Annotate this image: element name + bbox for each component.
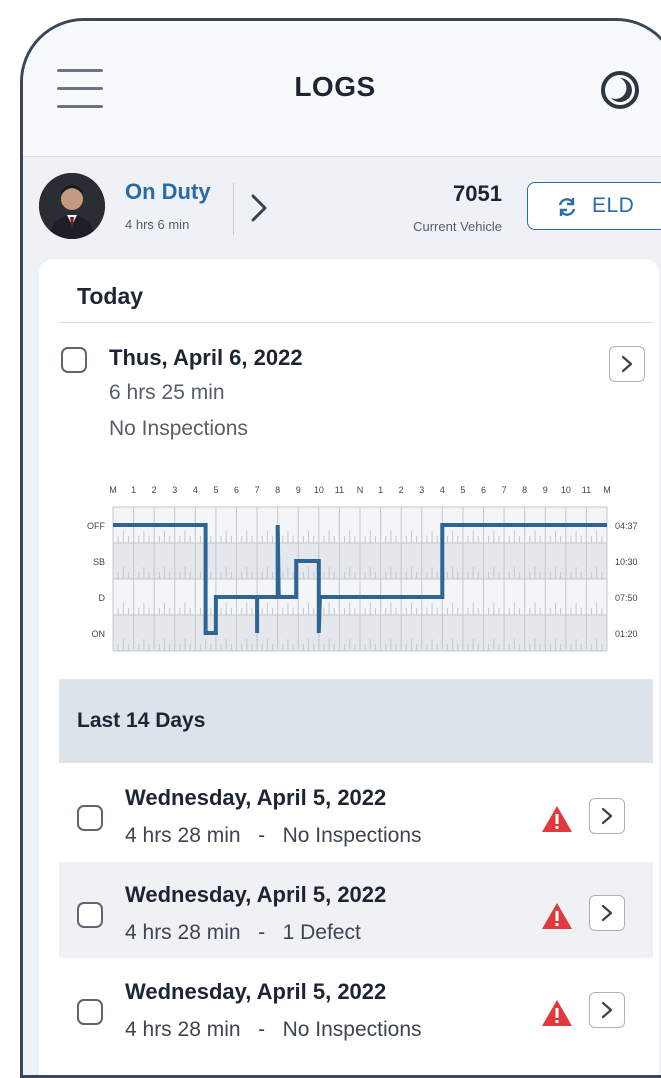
- row-note: No Inspections: [282, 824, 422, 847]
- chart-x-tick-label: 4: [440, 485, 445, 495]
- row-date: Wednesday, April 5, 2022: [125, 785, 387, 810]
- row-separator: -: [258, 824, 266, 847]
- today-open-button[interactable]: [609, 346, 645, 382]
- chart-x-tick-label: 11: [582, 485, 591, 495]
- chart-x-tick-label: M: [109, 485, 117, 495]
- row-summary: 4 hrs 28 min - No Inspections: [125, 1018, 422, 1042]
- duty-time: 4 hrs 6 min: [125, 217, 190, 232]
- chart-x-tick-label: 2: [399, 485, 404, 495]
- row-open-button[interactable]: [589, 895, 625, 931]
- duty-log-chart: M 1 2 3 4 5 6 7 8 9 10 11 N 1 2 3 4 5 6 7 8 9 10 11 M OFF 04:37 SB 1…: [87, 485, 638, 652]
- duty-status-label[interactable]: On Duty: [125, 179, 211, 205]
- row-hours: 4 hrs 28 min: [125, 824, 241, 847]
- chart-x-tick-label: M: [603, 485, 611, 495]
- today-heading: Today: [77, 283, 144, 309]
- chevron-right-icon: [601, 904, 613, 922]
- row-open-button[interactable]: [589, 992, 625, 1028]
- chart-x-tick-label: 10: [561, 485, 571, 495]
- logs-card: Today Thus, April 6, 2022 6 hrs 25 min N…: [39, 259, 659, 1075]
- chart-x-tick-label: 8: [275, 485, 280, 495]
- row-note: 1 Defect: [282, 921, 361, 944]
- chevron-right-icon: [601, 1001, 613, 1019]
- chart-status-label: D: [99, 593, 106, 603]
- today-date: Thus, April 6, 2022: [109, 345, 303, 370]
- chart-x-tick-label: 2: [152, 485, 157, 495]
- page-title: LOGS: [294, 71, 376, 102]
- today-checkbox[interactable]: [61, 347, 87, 373]
- chevron-right-icon: [601, 807, 613, 825]
- chart-x-tick-label: 6: [481, 485, 486, 495]
- row-summary: 4 hrs 28 min - No Inspections: [125, 824, 422, 848]
- row-hours: 4 hrs 28 min: [125, 1018, 241, 1041]
- chart-x-tick-label: 5: [460, 485, 465, 495]
- vehicle-label: Current Vehicle: [413, 219, 502, 234]
- row-checkbox[interactable]: [77, 902, 103, 928]
- row-checkbox[interactable]: [77, 805, 103, 831]
- app-header: LOGS: [23, 21, 661, 157]
- row-separator: -: [258, 921, 266, 944]
- sync-arrows-icon: [558, 198, 576, 216]
- chart-x-tick-label: 3: [419, 485, 424, 495]
- row-date: Wednesday, April 5, 2022: [125, 882, 387, 907]
- chart-x-tick-label: 9: [296, 485, 301, 495]
- chart-status-total: 04:37: [615, 521, 638, 531]
- chart-x-tick-label: 10: [314, 485, 324, 495]
- row-open-button[interactable]: [589, 798, 625, 834]
- chart-status-label: ON: [92, 629, 106, 639]
- chart-status-total: 10:30: [615, 557, 638, 567]
- divider: [233, 183, 234, 235]
- row-hours: 4 hrs 28 min: [125, 921, 241, 944]
- chart-x-tick-label: 9: [543, 485, 548, 495]
- last-14-days-header: Last 14 Days: [59, 679, 653, 763]
- row-summary: 4 hrs 28 min - 1 Defect: [125, 921, 361, 945]
- avatar[interactable]: [39, 173, 105, 239]
- chart-x-tick-label: 1: [131, 485, 136, 495]
- warning-icon: [542, 903, 572, 929]
- log-row[interactable]: Wednesday, April 5, 2022 4 hrs 28 min - …: [59, 959, 653, 1055]
- chart-x-tick-label: 7: [255, 485, 260, 495]
- chart-x-tick-label: 6: [234, 485, 239, 495]
- duty-status-bar: On Duty 4 hrs 6 min 7051 Current Vehicle…: [23, 157, 661, 255]
- eld-button[interactable]: ELD: [527, 182, 661, 230]
- chart-status-label: SB: [93, 557, 105, 567]
- chart-status-total: 01:20: [615, 629, 638, 639]
- chart-x-tick-label: 5: [213, 485, 218, 495]
- row-note: No Inspections: [282, 1018, 422, 1041]
- divider: [59, 322, 653, 323]
- chart-x-tick-label: 7: [502, 485, 507, 495]
- chart-x-tick-label: 4: [193, 485, 198, 495]
- today-hours: 6 hrs 25 min: [109, 381, 225, 404]
- last-14-days-label: Last 14 Days: [77, 709, 206, 732]
- eld-label: ELD: [592, 194, 635, 217]
- chart-x-tick-label: 11: [335, 485, 344, 495]
- phone-frame: LOGS On Duty 4 hrs 6 min 7051 Current Ve…: [20, 18, 661, 1078]
- warning-icon: [542, 1000, 572, 1026]
- chart-status-total: 07:50: [615, 593, 638, 603]
- today-inspections: No Inspections: [109, 417, 248, 440]
- chart-x-tick-label: 1: [378, 485, 383, 495]
- row-separator: -: [258, 1018, 266, 1041]
- vehicle-number: 7051: [453, 181, 502, 206]
- log-row[interactable]: Wednesday, April 5, 2022 4 hrs 28 min - …: [59, 765, 653, 861]
- row-checkbox[interactable]: [77, 999, 103, 1025]
- row-date: Wednesday, April 5, 2022: [125, 979, 387, 1004]
- chart-x-tick-label: 3: [172, 485, 177, 495]
- chevron-right-icon[interactable]: [249, 193, 269, 223]
- chevron-right-icon: [621, 355, 633, 373]
- theme-toggle-icon[interactable]: [599, 69, 641, 111]
- chart-x-tick-label: 8: [522, 485, 527, 495]
- chart-status-label: OFF: [87, 521, 105, 531]
- chart-x-tick-label: N: [357, 485, 364, 495]
- log-row[interactable]: Wednesday, April 5, 2022 4 hrs 28 min - …: [59, 862, 653, 958]
- warning-icon: [542, 806, 572, 832]
